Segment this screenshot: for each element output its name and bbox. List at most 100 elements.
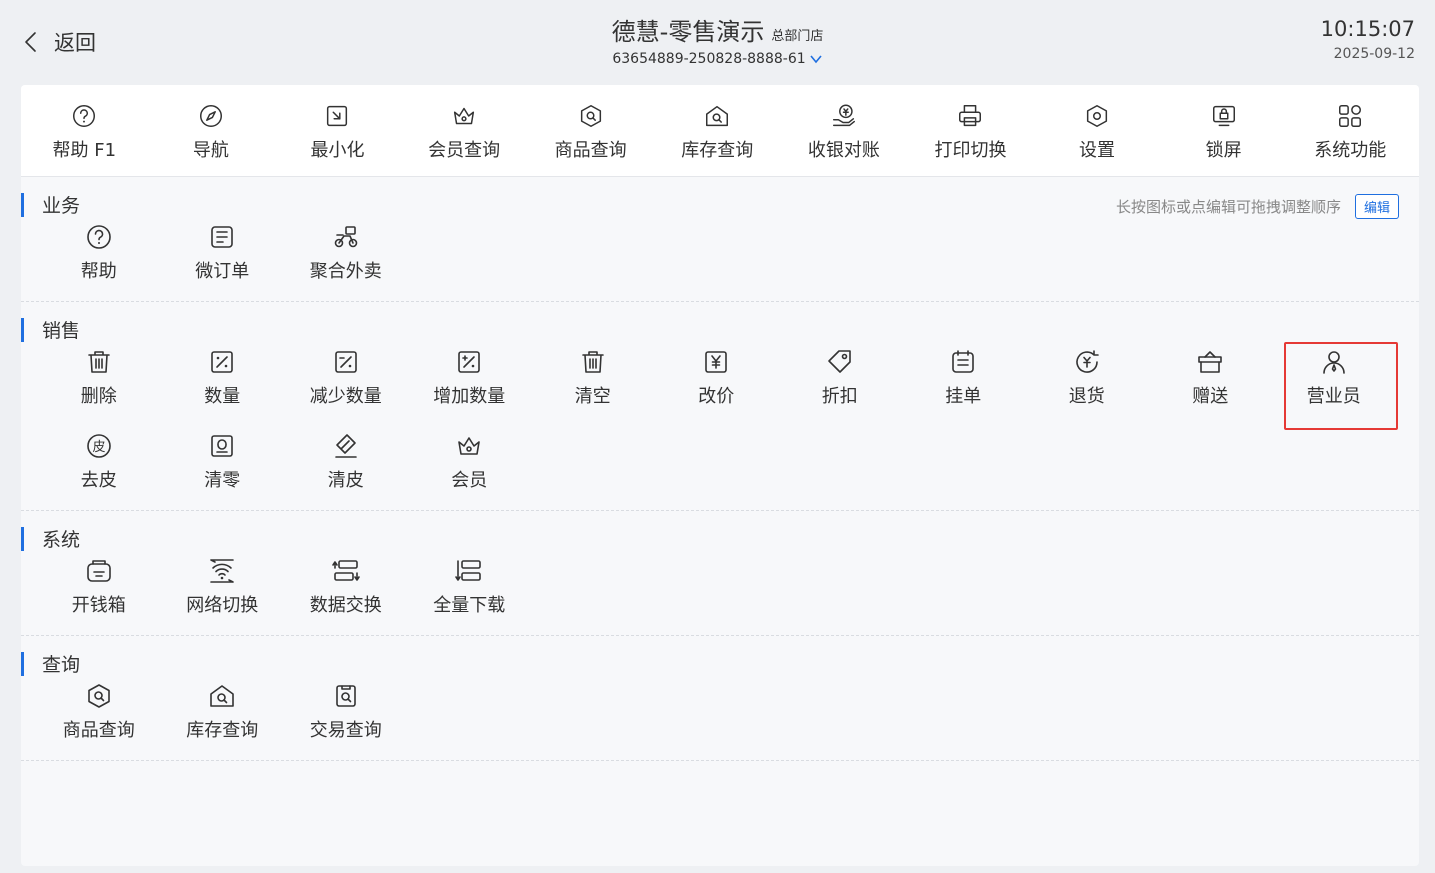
function-item-label: 开钱箱 xyxy=(71,595,126,616)
quantity-plus-icon xyxy=(458,351,481,373)
function-item[interactable]: 皮去皮 xyxy=(37,426,161,510)
toolbar-item-label: 收银对账 xyxy=(807,140,880,161)
function-sections: 业务 长按图标或点编辑可拖拽调整顺序 编辑 帮助 微订单 聚合外卖 销售 删除 数量 减少数量 增加… xyxy=(21,177,1419,761)
hold-order-icon xyxy=(952,350,975,373)
function-item-label: 聚合外卖 xyxy=(309,261,382,282)
toolbar-item-crown[interactable]: 会员查询 xyxy=(401,85,528,176)
price-change-icon xyxy=(705,351,728,373)
function-item-label: 清皮 xyxy=(327,470,364,491)
toolbar-item-printer[interactable]: 打印切换 xyxy=(907,85,1034,176)
help-icon xyxy=(73,104,96,128)
toolbar-item-label: 最小化 xyxy=(310,140,365,161)
printer-icon xyxy=(959,104,982,127)
toolbar-item-apps[interactable]: 系统功能 xyxy=(1287,85,1414,176)
function-item-label: 改价 xyxy=(698,386,735,407)
toolbar-item-cash-reconcile[interactable]: 收银对账 xyxy=(781,85,908,176)
crown-icon xyxy=(453,107,475,125)
tag-icon xyxy=(827,350,851,373)
section-1: 销售 删除 数量 减少数量 增加数量 清空 改价 折扣 挂单 退货 赠送 营业员皮去皮 清零 清皮 会员 xyxy=(21,302,1419,511)
section-0: 业务 长按图标或点编辑可拖拽调整顺序 编辑 帮助 微订单 聚合外卖 xyxy=(21,177,1419,302)
function-item[interactable]: 帮助 xyxy=(37,217,161,301)
function-item[interactable]: 赠送 xyxy=(1149,342,1273,426)
function-item-label: 去皮 xyxy=(80,470,117,491)
function-item[interactable]: 改价 xyxy=(655,342,779,426)
tare-icon: 皮 xyxy=(86,434,111,458)
function-panel: 帮助 F1 导航 最小化 会员查询 商品查询 库存查询 收银对账 打印切换 设置 锁屏 系统功能 业… xyxy=(21,85,1419,866)
section-3: 查询商品查询 库存查询 交易查询 xyxy=(21,636,1419,761)
toolbar-item-label: 导航 xyxy=(192,140,229,161)
compass-icon xyxy=(199,104,222,128)
toolbar-item-label: 会员查询 xyxy=(428,140,501,161)
wifi-switch-icon xyxy=(210,559,235,583)
function-item[interactable]: 清空 xyxy=(531,342,655,426)
settings-icon xyxy=(1086,104,1108,128)
function-item[interactable]: 商品查询 xyxy=(37,676,161,760)
function-item[interactable]: 网络切换 xyxy=(161,551,285,635)
toolbar-item-label: 商品查询 xyxy=(554,140,627,161)
apps-icon xyxy=(1339,104,1362,128)
function-item[interactable]: 删除 xyxy=(37,342,161,426)
function-item[interactable]: 全量下载 xyxy=(408,551,532,635)
delivery-scooter-icon xyxy=(334,226,358,248)
toolbar-item-warehouse-search[interactable]: 库存查询 xyxy=(654,85,781,176)
section-title: 查询 xyxy=(42,653,81,676)
function-item-label: 营业员 xyxy=(1306,386,1361,407)
function-item-label: 网络切换 xyxy=(186,595,259,616)
function-item[interactable]: 挂单 xyxy=(902,342,1026,426)
toolbar-item-product-search[interactable]: 商品查询 xyxy=(527,85,654,176)
toolbar-item-compass[interactable]: 导航 xyxy=(148,85,275,176)
section-header: 查询 xyxy=(21,636,1419,676)
toolbar-item-label: 库存查询 xyxy=(681,140,754,161)
function-item[interactable]: 数据交换 xyxy=(284,551,408,635)
section-header: 系统 xyxy=(21,511,1419,551)
function-item[interactable]: 折扣 xyxy=(778,342,902,426)
eraser-icon xyxy=(334,434,357,458)
crown-icon xyxy=(458,437,481,455)
function-item-label: 微订单 xyxy=(195,261,250,282)
section-title: 系统 xyxy=(42,528,81,551)
toolbar-item-minimize[interactable]: 最小化 xyxy=(274,85,401,176)
function-item[interactable]: 开钱箱 xyxy=(37,551,161,635)
section-title: 销售 xyxy=(42,319,81,342)
warehouse-search-icon xyxy=(210,685,235,707)
toolbar-item-label: 设置 xyxy=(1079,140,1116,161)
micro-order-icon xyxy=(211,226,234,248)
svg-text:皮: 皮 xyxy=(92,440,105,455)
help-icon xyxy=(86,225,111,249)
quick-toolbar: 帮助 F1 导航 最小化 会员查询 商品查询 库存查询 收银对账 打印切换 设置 锁屏 系统功能 xyxy=(21,85,1419,177)
zero-scale-icon xyxy=(211,435,234,457)
toolbar-item-settings[interactable]: 设置 xyxy=(1034,85,1161,176)
lock-screen-icon xyxy=(1212,105,1235,127)
function-item-label: 全量下载 xyxy=(433,595,506,616)
function-item-label: 会员 xyxy=(451,470,488,491)
function-item[interactable]: 退货 xyxy=(1025,342,1149,426)
cash-reconcile-icon xyxy=(832,104,855,127)
function-item[interactable]: 清皮 xyxy=(284,426,408,510)
gift-icon xyxy=(1198,351,1223,373)
function-item-label: 折扣 xyxy=(821,386,858,407)
function-item-label: 商品查询 xyxy=(62,720,135,741)
function-item[interactable]: 库存查询 xyxy=(161,676,285,760)
section-grid: 开钱箱 网络切换 数据交换 全量下载 xyxy=(21,551,1419,635)
section-accent-bar xyxy=(21,193,24,217)
current-time: 10:15:07 xyxy=(1320,17,1415,41)
function-item[interactable]: 交易查询 xyxy=(284,676,408,760)
function-item[interactable]: 聚合外卖 xyxy=(284,217,408,301)
section-2: 系统开钱箱 网络切换 数据交换 全量下载 xyxy=(21,511,1419,636)
function-item[interactable]: 增加数量 xyxy=(408,342,532,426)
device-id: 63654889-250828-8888-61 xyxy=(612,51,806,67)
function-item[interactable]: 微订单 xyxy=(161,217,285,301)
function-item[interactable]: 营业员 xyxy=(1272,342,1398,430)
edit-button[interactable]: 编辑 xyxy=(1354,194,1399,219)
trash-icon xyxy=(87,351,110,373)
device-selector[interactable]: 63654889-250828-8888-61 xyxy=(612,51,822,67)
salesperson-icon xyxy=(1322,351,1345,374)
function-item[interactable]: 数量 xyxy=(161,342,285,426)
function-item[interactable]: 清零 xyxy=(161,426,285,510)
toolbar-item-help[interactable]: 帮助 F1 xyxy=(21,85,148,176)
quantity-minus-icon xyxy=(334,351,357,373)
toolbar-item-lock-screen[interactable]: 锁屏 xyxy=(1160,85,1287,176)
product-search-icon xyxy=(580,104,601,128)
function-item[interactable]: 会员 xyxy=(408,426,532,510)
function-item[interactable]: 减少数量 xyxy=(284,342,408,426)
